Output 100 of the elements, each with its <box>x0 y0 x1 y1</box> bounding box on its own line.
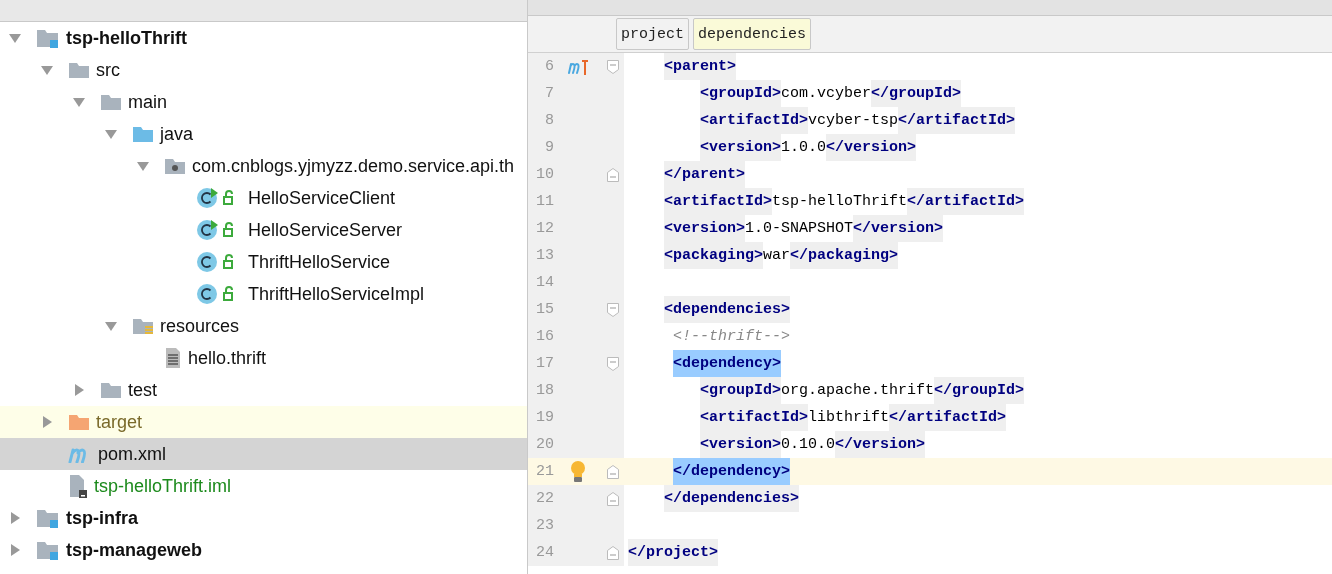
xml-tag: </version> <box>835 431 926 458</box>
maven-override-icon[interactable] <box>568 58 588 75</box>
tree-row[interactable]: target <box>0 406 527 438</box>
folder-icon <box>132 125 154 143</box>
folder-icon <box>100 381 122 399</box>
xml-tag: <groupId> <box>700 80 781 107</box>
xml-tag: </version> <box>853 215 944 242</box>
module-file-icon <box>68 474 88 498</box>
lightbulb-icon[interactable] <box>570 460 586 483</box>
xml-comment: <!--thrift--> <box>673 327 791 347</box>
xml-value: war <box>763 246 791 266</box>
tree-label: java <box>160 123 194 145</box>
collapse-arrow-icon[interactable] <box>40 63 54 77</box>
collapse-arrow-icon[interactable] <box>136 159 150 173</box>
tree-row[interactable]: tsp-manageweb <box>0 534 527 566</box>
line-number: 24 <box>535 544 554 561</box>
fold-marker-icon[interactable] <box>607 545 619 560</box>
xml-tag: </artifactId> <box>898 107 1016 134</box>
line-number: 23 <box>535 517 554 534</box>
xml-value: com.vcyber <box>781 84 872 104</box>
fold-marker-icon[interactable] <box>607 356 619 371</box>
fold-marker-icon[interactable] <box>607 302 619 317</box>
tree-row[interactable]: HelloServiceServer <box>0 214 527 246</box>
module-folder-icon <box>36 507 60 529</box>
xml-tag: <version> <box>700 431 781 458</box>
line-number: 8 <box>544 112 554 129</box>
tree-label: tsp-manageweb <box>66 539 203 561</box>
xml-tag: <artifactId> <box>700 404 809 431</box>
xml-tag: </groupId> <box>871 80 962 107</box>
collapse-arrow-icon[interactable] <box>72 95 86 109</box>
tree-row[interactable]: tsp-infra <box>0 502 527 534</box>
xml-tag: </groupId> <box>934 377 1025 404</box>
line-number: 9 <box>544 139 554 156</box>
xml-tag: <version> <box>664 215 745 242</box>
tree-row[interactable]: java <box>0 118 527 150</box>
tree-row[interactable]: hello.thrift <box>0 342 527 374</box>
xml-tag: </dependency> <box>673 458 791 485</box>
xml-tag: <parent> <box>664 53 736 80</box>
tree-label: ThriftHelloServiceImpl <box>248 283 425 305</box>
folder-icon <box>68 413 90 431</box>
tree-row[interactable]: tsp-helloThrift <box>0 22 527 54</box>
line-number: 19 <box>535 409 554 426</box>
tree-label: tsp-infra <box>66 507 138 529</box>
tree-label: ThriftHelloService <box>248 251 391 273</box>
text-file-icon <box>164 347 182 369</box>
fold-marker-icon[interactable] <box>607 59 619 74</box>
expand-arrow-icon[interactable] <box>8 543 22 557</box>
fold-marker-icon[interactable] <box>607 167 619 182</box>
tree-label: main <box>128 91 167 113</box>
tree-row[interactable]: ThriftHelloServiceImpl <box>0 278 527 310</box>
line-number: 10 <box>535 166 554 183</box>
xml-tag: </dependencies> <box>664 485 800 512</box>
tree-row[interactable]: resources <box>0 310 527 342</box>
module-folder-icon <box>36 27 60 49</box>
xml-tag: </project> <box>628 539 718 566</box>
xml-value: org.apache.thrift <box>781 381 935 401</box>
fold-marker-icon[interactable] <box>607 464 619 479</box>
expand-arrow-icon[interactable] <box>40 415 54 429</box>
collapse-arrow-icon[interactable] <box>104 319 118 333</box>
module-folder-icon <box>36 539 60 561</box>
folder-icon <box>68 61 90 79</box>
line-number: 6 <box>544 58 554 75</box>
collapse-arrow-icon[interactable] <box>8 31 22 45</box>
xml-tag: </packaging> <box>790 242 899 269</box>
tree-label: HelloServiceClient <box>248 187 396 209</box>
fold-marker-icon[interactable] <box>607 491 619 506</box>
xml-tag: </artifactId> <box>889 404 1007 431</box>
xml-tag: </parent> <box>664 161 745 188</box>
tree-row[interactable]: tsp-helloThrift.iml <box>0 470 527 502</box>
line-number: 17 <box>535 355 554 372</box>
folder-icon <box>100 93 122 111</box>
expand-arrow-icon[interactable] <box>72 383 86 397</box>
xml-value: 0.10.0 <box>781 435 836 455</box>
tree-row[interactable]: src <box>0 54 527 86</box>
xml-tag: <dependencies> <box>664 296 791 323</box>
xml-value: tsp-helloThrift <box>772 192 908 212</box>
tree-label: src <box>96 59 120 81</box>
expand-arrow-icon[interactable] <box>8 511 22 525</box>
xml-tag: </artifactId> <box>907 188 1025 215</box>
breadcrumb[interactable]: project <box>616 18 689 50</box>
tree-label: tsp-helloThrift <box>66 27 187 49</box>
resources-folder-icon <box>132 317 154 335</box>
tree-row[interactable]: main <box>0 86 527 118</box>
line-number: 18 <box>535 382 554 399</box>
tree-row[interactable]: HelloServiceClient <box>0 182 527 214</box>
collapse-arrow-icon[interactable] <box>104 127 118 141</box>
line-number: 11 <box>535 193 554 210</box>
line-number: 15 <box>535 301 554 318</box>
tree-row[interactable]: com.cnblogs.yjmyzz.demo.service.api.th <box>0 150 527 182</box>
xml-tag: <artifactId> <box>664 188 773 215</box>
xml-value: libthrift <box>808 408 890 428</box>
tree-row[interactable]: pom.xml <box>0 438 527 470</box>
line-number: 16 <box>535 328 554 345</box>
line-number: 7 <box>544 85 554 102</box>
breadcrumb[interactable]: dependencies <box>693 18 812 50</box>
tree-row[interactable]: ThriftHelloService <box>0 246 527 278</box>
tree-row[interactable]: test <box>0 374 527 406</box>
xml-tag: <dependency> <box>673 350 782 377</box>
xml-tag: <artifactId> <box>700 107 809 134</box>
line-number: 22 <box>535 490 554 507</box>
